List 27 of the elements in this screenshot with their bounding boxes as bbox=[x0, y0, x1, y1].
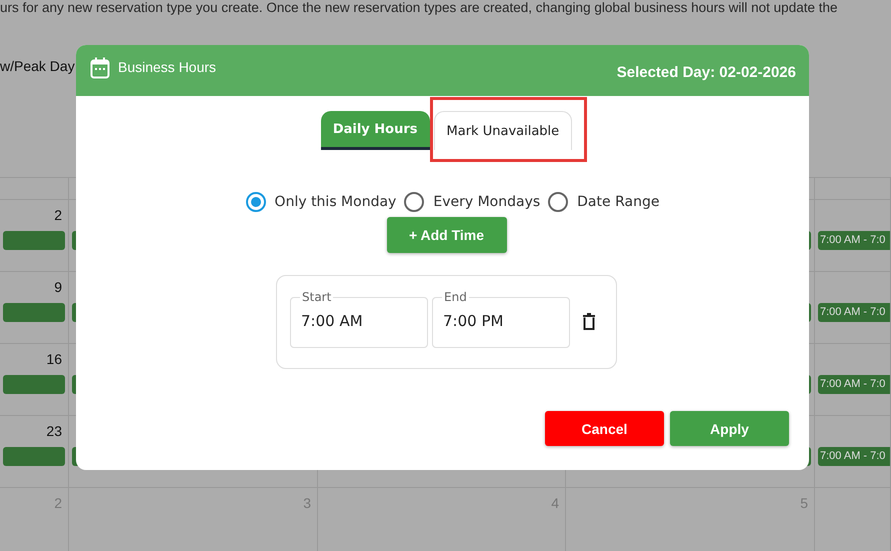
apply-button[interactable]: Apply bbox=[670, 411, 789, 446]
column-label: w/Peak Day bbox=[0, 58, 75, 74]
cancel-button[interactable]: Cancel bbox=[545, 411, 664, 446]
radio-label: Only this Monday bbox=[274, 194, 396, 210]
date-number: 9 bbox=[54, 278, 63, 297]
tab[interactable]: Mark Unavailable bbox=[434, 111, 572, 150]
delete-icon[interactable] bbox=[582, 313, 596, 331]
tab[interactable]: Daily Hours bbox=[320, 111, 430, 150]
radio-button[interactable] bbox=[548, 192, 568, 212]
start-time-field[interactable]: Start 7:00 AM bbox=[290, 290, 428, 348]
add-time-button[interactable]: + Add Time bbox=[386, 217, 506, 253]
radio-label: Every Mondays bbox=[433, 194, 540, 210]
event-bar[interactable]: 7:00 AM - 7:0 bbox=[818, 303, 890, 322]
notice-text: urs for any new reservation type you create. Once the new reservation types are created, changing global business hours will not update the bbox=[0, 0, 838, 16]
radio-label: Date Range bbox=[577, 194, 660, 210]
dialog-title: Business Hours bbox=[118, 58, 216, 74]
event-bar[interactable]: 7:00 AM - 7:0 bbox=[818, 231, 890, 250]
selected-day: Selected Day: 02-02-2026 bbox=[616, 64, 796, 81]
event-bar[interactable]: 7:00 AM - 7:0 bbox=[818, 375, 890, 394]
end-time-field[interactable]: End 7:00 PM bbox=[432, 290, 570, 348]
date-number: 23 bbox=[46, 422, 63, 441]
radio-button[interactable] bbox=[246, 192, 266, 212]
date-number: 16 bbox=[46, 350, 63, 369]
radio-button[interactable] bbox=[404, 192, 424, 212]
calendar-icon bbox=[90, 56, 110, 78]
event-bar[interactable]: 7:00 AM - 7:0 bbox=[818, 447, 890, 466]
date-number: 2 bbox=[54, 206, 63, 225]
